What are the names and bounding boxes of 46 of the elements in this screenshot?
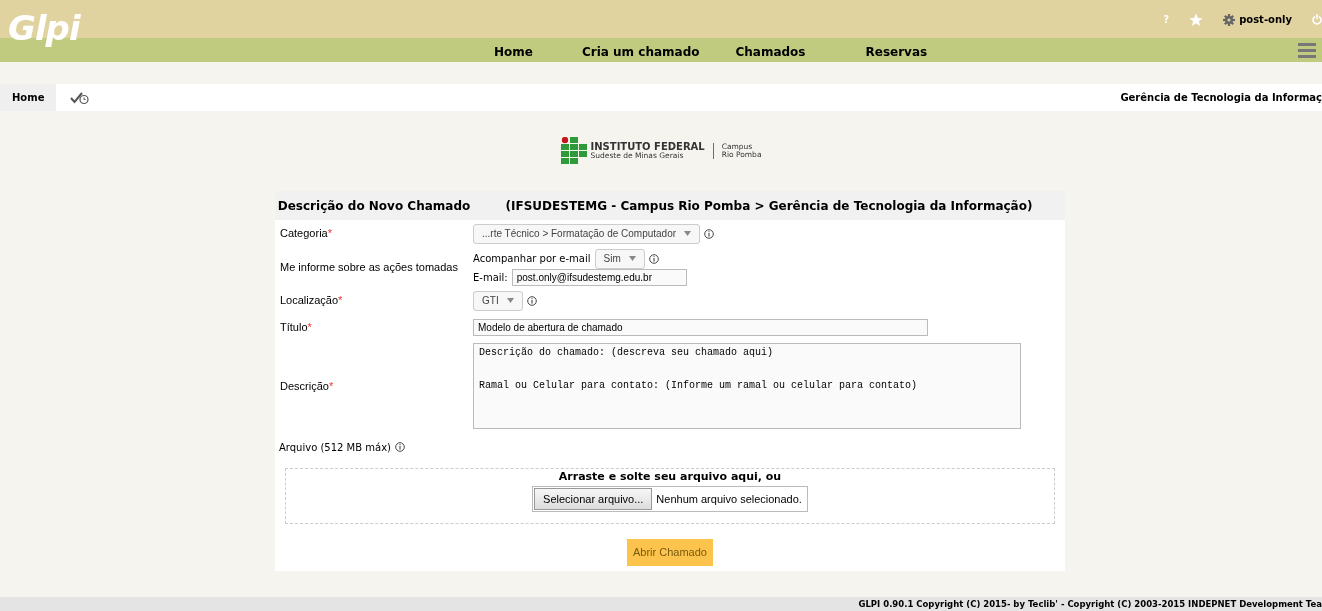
required-mark: * [307,320,312,333]
file-button[interactable]: Selecionar arquivo... [534,487,653,510]
menu-link[interactable]: Reservas [865,43,928,61]
menu-icon[interactable] [1298,42,1316,58]
menu-link[interactable]: Cria um chamado [581,43,700,61]
caret-icon [506,298,514,303]
drop-zone[interactable]: Arraste e solte seu arquivo aqui, ou Selecionar arquivo... Nenhum arquivo selecionado. [285,468,1055,524]
select-field[interactable]: ...rte Técnico > Formatação de Computador [473,223,701,244]
select-field[interactable]: Sim [594,248,645,269]
footer-text: GLPI 0.90.1 Copyright (C) 2015- by Teclib' - Copyright (C) 2003-2015 INDEPNET Development Tea [0,597,1322,611]
select-field[interactable]: GTI [473,290,523,311]
caret-icon [684,231,692,236]
user-link[interactable]: post-only [1223,12,1292,27]
institute-mark-icon [560,137,587,165]
star-icon[interactable] [1189,12,1204,27]
caret-icon [628,256,636,261]
follow-label: Acompanhar por e-mail [473,252,591,266]
field-label: Me informe sobre as ações tomadas [279,259,459,275]
file-label: Arquivo (512 MB máx) [279,440,391,455]
form-title: Descrição do Novo Chamado [276,197,472,215]
menu-link[interactable]: Chamados [735,43,806,61]
email-field[interactable]: post.only@ifsudestemg.edu.br [511,268,687,286]
field-label: Descrição* [279,378,335,394]
email-label: E-mail: [473,270,508,285]
entity-path: (IFSUDESTEMG - Campus Rio Pomba > Gerência de Tecnologia da Informação) [504,197,1034,215]
institute-name: INSTITUTO FEDERAL [590,142,705,153]
power-icon[interactable] [1312,13,1322,26]
file-status: Nenhum arquivo selecionado. [656,491,802,507]
info-icon [648,253,659,264]
required-mark: * [338,294,343,307]
menu-link[interactable]: Home [494,43,533,61]
required-mark: * [327,227,332,240]
field-label: Título* [279,319,313,335]
gear-icon [1223,13,1236,26]
description-field[interactable]: Descrição do chamado: (descreva seu chamado aqui) Ramal ou Celular para contato: (Informe um ramal ou celular para contato) [473,343,1021,429]
entity-name: Gerência de Tecnologia da Informaç [1120,91,1322,105]
drop-text: Arraste e solte seu arquivo aqui, ou [558,469,782,485]
title-field[interactable]: Modelo de abertura de chamado [473,318,928,336]
field-label: Categoria* [279,226,333,242]
submit-button[interactable]: Abrir Chamado [627,539,713,566]
required-mark: * [328,379,334,392]
field-label: Localização* [279,293,344,309]
file-field[interactable]: Selecionar arquivo... Nenhum arquivo selecionado. [532,485,808,512]
breadcrumb-home[interactable]: Home [0,84,57,111]
check-clock-icon[interactable] [70,90,91,105]
info-icon [395,442,405,452]
